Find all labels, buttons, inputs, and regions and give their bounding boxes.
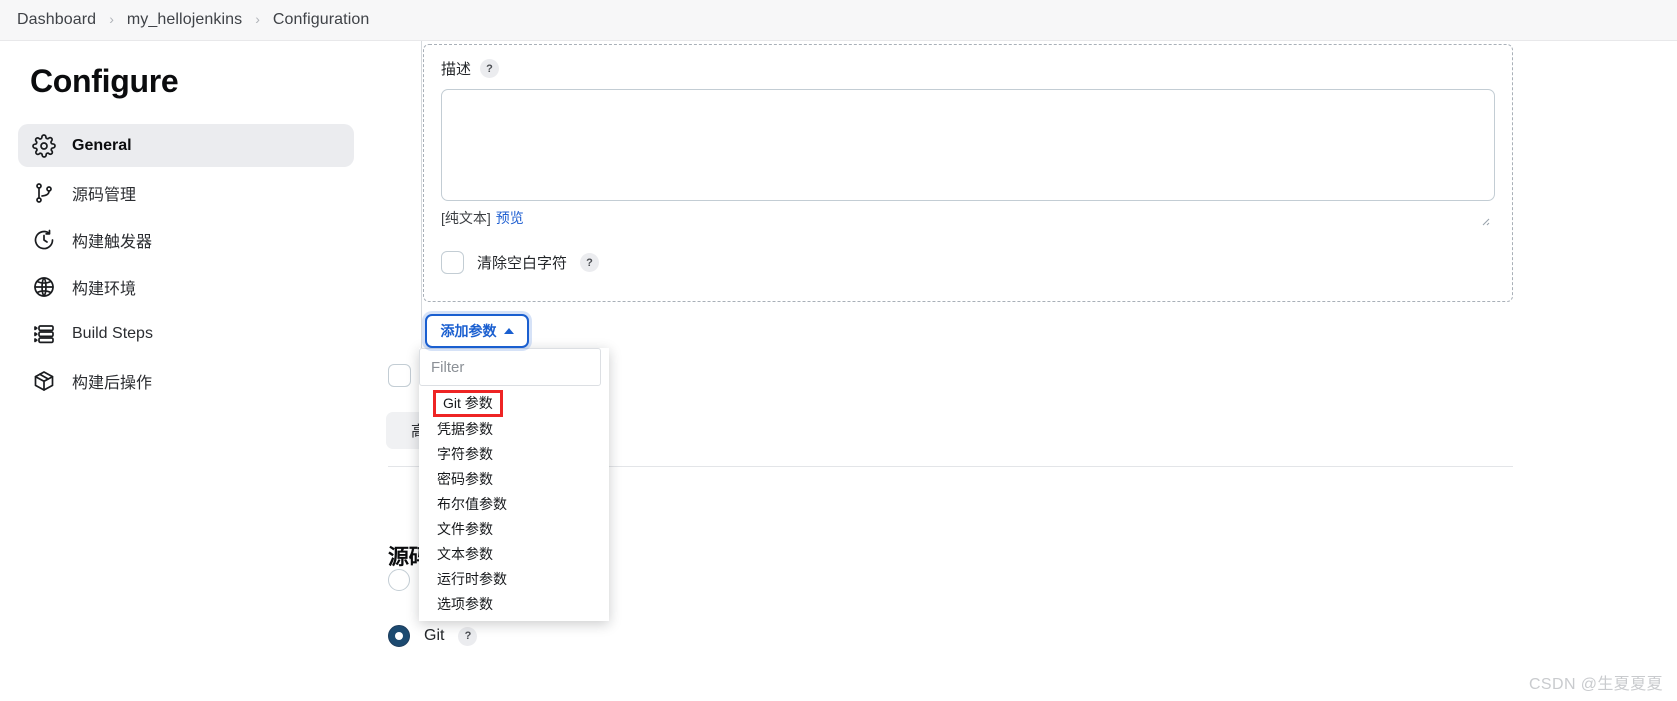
package-icon [32,369,56,393]
sidebar-item-build-steps[interactable]: Build Steps [18,312,354,355]
scm-option-git[interactable]: Git ? [388,625,478,647]
sidebar-item-scm[interactable]: 源码管理 [18,171,354,214]
breadcrumb-separator-icon: › [255,11,260,27]
add-parameter-label: 添加参数 [440,323,497,339]
sidebar-item-build-environment[interactable]: 构建环境 [18,265,354,308]
description-textarea[interactable] [441,89,1495,201]
list-icon [32,322,56,346]
sidebar-item-general[interactable]: General [18,124,354,167]
menu-item-string-parameter[interactable]: 字符参数 [437,442,609,467]
sidebar-item-label: General [72,136,132,154]
sidebar-item-label: Build Steps [72,324,153,342]
trim-whitespace-row: 清除空白字符 ? [441,251,1495,274]
preview-link[interactable]: 预览 [496,210,524,226]
help-icon[interactable]: ? [580,253,600,272]
add-parameter-button[interactable]: 添加参数 [425,314,529,348]
plaintext-note: [纯文本] [441,210,491,226]
breadcrumb-item-configuration[interactable]: Configuration [273,11,369,29]
menu-item-run-parameter[interactable]: 运行时参数 [437,567,609,592]
sidebar-item-label: 源码管理 [72,186,137,204]
main-content: 描述 ? [纯文本]预览 清除空白字符 ? 高级 [372,41,1677,701]
help-icon[interactable]: ? [458,626,478,646]
scm-option-git-label: Git [424,627,445,644]
sidebar-list: General 源码管理 构建触发器 构建环境 Build Steps 构建后操… [0,124,372,402]
radio-git[interactable] [388,625,410,647]
description-label: 描述 [441,61,472,78]
parameter-type-menu: Git 参数 凭据参数 字符参数 密码参数 布尔值参数 文件参数 文本参数 运行… [419,390,609,617]
menu-item-choice-parameter[interactable]: 选项参数 [437,592,609,617]
chevron-up-icon [503,328,514,334]
help-icon[interactable]: ? [480,59,500,78]
menu-item-label: Git 参数 [433,390,503,417]
menu-item-text-parameter[interactable]: 文本参数 [437,542,609,567]
page-title: Configure [30,63,179,99]
trim-whitespace-label: 清除空白字符 [477,255,568,272]
sidebar-item-label: 构建后操作 [72,374,153,392]
gear-icon [32,133,56,158]
menu-item-boolean-parameter[interactable]: 布尔值参数 [437,492,609,517]
parameter-definition-block: 描述 ? [纯文本] 预览 清除空白字符 ? [423,44,1513,302]
description-label-row: 描述 ? [441,58,1495,79]
breadcrumb: Dashboard › my_hellojenkins › Configurat… [0,0,1677,41]
jenkins-configure-page: Dashboard › my_hellojenkins › Configurat… [0,0,1677,701]
branch-icon [32,181,56,205]
description-format-row: [纯文本] 预览 [441,208,1495,228]
breadcrumb-separator-icon: › [109,11,114,27]
radio-none[interactable] [388,569,410,591]
menu-item-password-parameter[interactable]: 密码参数 [437,467,609,492]
sidebar-item-label: 构建环境 [72,280,137,298]
clock-icon [32,228,56,252]
parameterized-build-checkbox[interactable] [388,364,411,387]
watermark: CSDN @生夏夏夏 [1528,676,1663,693]
filter-input[interactable] [419,348,601,386]
trim-whitespace-checkbox[interactable] [441,251,464,274]
menu-item-git-parameter[interactable]: Git 参数 [433,390,609,417]
add-parameter-dropdown: Git 参数 凭据参数 字符参数 密码参数 布尔值参数 文件参数 文本参数 运行… [419,348,609,621]
sidebar-item-post-build-actions[interactable]: 构建后操作 [18,359,354,402]
sidebar: Configure General 源码管理 构建触发器 构建环境 Build … [0,41,372,701]
globe-icon [32,275,56,299]
menu-item-credentials-parameter[interactable]: 凭据参数 [437,417,609,442]
sidebar-item-label: 构建触发器 [72,233,153,251]
breadcrumb-item-job[interactable]: my_hellojenkins [127,11,242,29]
menu-item-file-parameter[interactable]: 文件参数 [437,517,609,542]
sidebar-item-build-triggers[interactable]: 构建触发器 [18,218,354,261]
breadcrumb-item-dashboard[interactable]: Dashboard [17,11,96,29]
